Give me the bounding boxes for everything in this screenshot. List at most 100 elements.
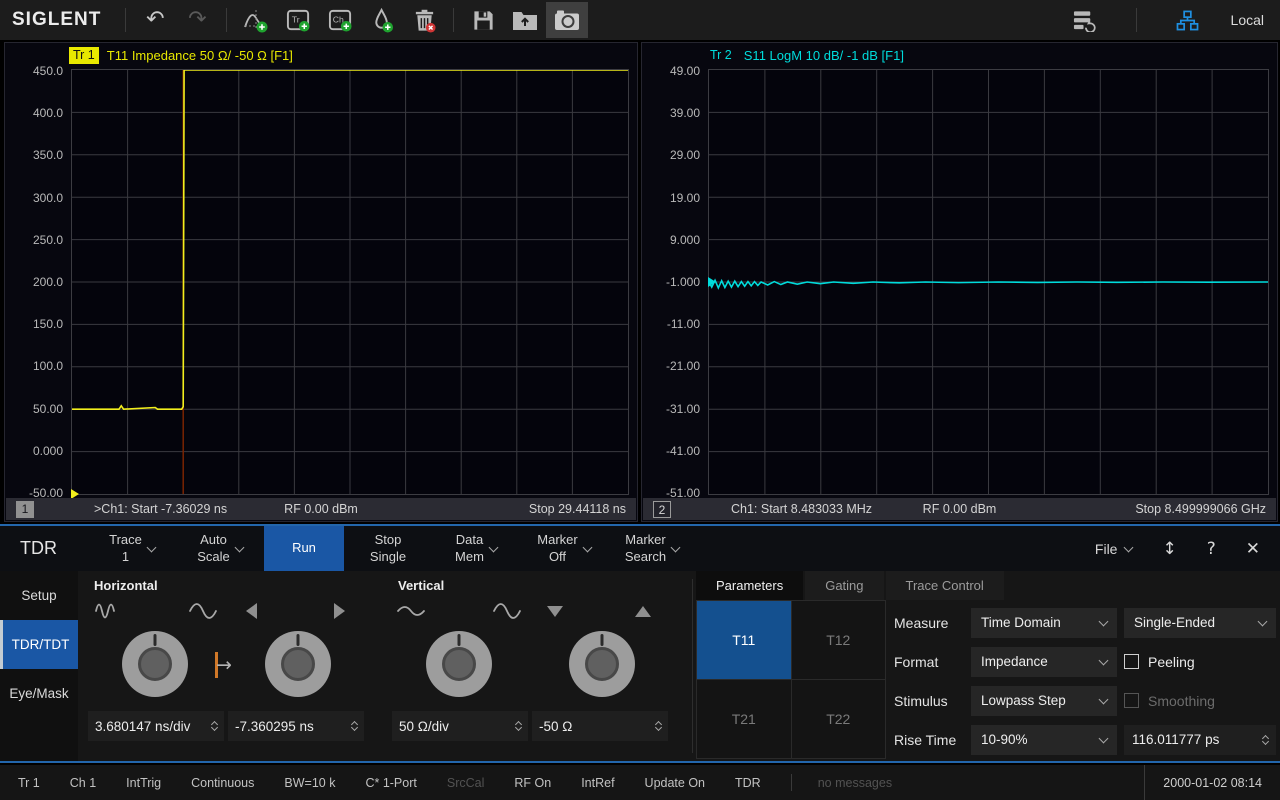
reference-down-icon[interactable]	[538, 597, 572, 625]
position-left-icon[interactable]	[234, 597, 268, 625]
vertical-scale-knob[interactable]	[426, 631, 492, 697]
sidebar-item-setup[interactable]: Setup	[0, 571, 78, 620]
rise-time-select[interactable]: 10-90%	[971, 725, 1117, 755]
sidebar-item-tdr-tdt[interactable]: TDR/TDT	[0, 620, 78, 669]
vertical-title: Vertical	[398, 578, 444, 593]
chart2-title[interactable]: S11 LogM 10 dB/ -1 dB [F1]	[744, 48, 904, 63]
chart-panel-1: Tr 1 T11 Impedance 50 Ω/ -50 Ω [F1] 450.…	[4, 42, 638, 522]
rise-time-input[interactable]: 116.011777 ps	[1124, 725, 1276, 755]
y-tick-label: 400.0	[33, 106, 63, 120]
format-select[interactable]: Impedance	[971, 647, 1117, 677]
status-message: no messages	[818, 776, 892, 790]
chart1-body: 450.0400.0350.0300.0250.0200.0150.0100.0…	[5, 67, 637, 497]
horizontal-scale-value: 3.680147 ns/div	[95, 719, 190, 734]
chart2-plot-svg	[709, 70, 1268, 494]
horizontal-position-input[interactable]: -7.360295 ns	[228, 711, 364, 741]
help-icon[interactable]: ?	[1207, 539, 1216, 559]
stimulus-select[interactable]: Lowpass Step	[971, 686, 1117, 716]
status-item-bw-10-k: BW=10 k	[284, 776, 335, 790]
vertical-scale-large-icon[interactable]	[490, 597, 524, 625]
menu-item-marker[interactable]: MarkerOff	[520, 526, 608, 571]
y-tick-label: 150.0	[33, 317, 63, 331]
status-item-c-1-port: C* 1-Port	[365, 776, 416, 790]
vertical-reference-input[interactable]: -50 Ω	[532, 711, 668, 741]
horizontal-scale-wide-icon[interactable]	[186, 597, 220, 625]
y-tick-label: 19.00	[670, 191, 700, 205]
reference-up-icon[interactable]	[626, 597, 660, 625]
status-item-inttrig: IntTrig	[126, 776, 161, 790]
network-icon[interactable]	[1167, 2, 1209, 38]
y-tick-label: 300.0	[33, 191, 63, 205]
menu-item-stop-single[interactable]: StopSingle	[344, 526, 432, 571]
parameter-tabs: Parameters Gating Trace Control	[696, 571, 1280, 600]
vertical-scale-input[interactable]: 50 Ω/div	[392, 711, 528, 741]
chart2-plot-area[interactable]	[708, 69, 1269, 495]
y-tick-label: 350.0	[33, 148, 63, 162]
recall-icon[interactable]	[504, 2, 546, 38]
t21-button[interactable]: T21	[697, 680, 791, 758]
file-menu[interactable]: File	[1095, 541, 1133, 557]
system-status-icon[interactable]	[1064, 2, 1106, 38]
status-item-srccal: SrcCal	[447, 776, 485, 790]
vertical-scale-small-icon[interactable]	[394, 597, 428, 625]
add-marker-icon[interactable]	[361, 2, 403, 38]
resize-panel-icon[interactable]: ↕	[1162, 539, 1176, 559]
peeling-checkbox[interactable]: Peeling	[1124, 654, 1276, 670]
horizontal-scale-knob[interactable]	[122, 631, 188, 697]
menu-item-data-mem[interactable]: DataMem	[432, 526, 520, 571]
file-menu-label: File	[1095, 541, 1118, 557]
menu-item-trace[interactable]: Trace1	[88, 526, 176, 571]
horizontal-position-knob[interactable]	[265, 631, 331, 697]
status-divider	[791, 774, 792, 791]
status-item-rf-on: RF On	[514, 776, 551, 790]
menu-item-marker-search[interactable]: MarkerSearch	[608, 526, 696, 571]
measure-select[interactable]: Time Domain	[971, 608, 1117, 638]
chart1-start-label: >Ch1: Start -7.36029 ns	[94, 502, 227, 516]
undo-icon[interactable]: ↶	[134, 2, 176, 38]
add-trace-window-icon[interactable]: Tr	[277, 2, 319, 38]
stimulus-value: Lowpass Step	[981, 693, 1066, 708]
chart1-title[interactable]: T11 Impedance 50 Ω/ -50 Ω [F1]	[107, 48, 293, 63]
channel1-badge[interactable]: 1	[16, 501, 34, 518]
vertical-reference-knob[interactable]	[569, 631, 635, 697]
peeling-checkbox-box	[1124, 654, 1139, 669]
tab-trace-control[interactable]: Trace Control	[886, 571, 1004, 600]
sidebar-item-eye-mask[interactable]: Eye/Mask	[0, 669, 78, 718]
delete-icon[interactable]	[403, 2, 445, 38]
position-right-icon[interactable]	[322, 597, 356, 625]
local-mode-label[interactable]: Local	[1231, 12, 1264, 28]
y-tick-label: -21.00	[666, 359, 700, 373]
tdr-menu-right: File ↕ ? ✕	[1095, 526, 1280, 571]
status-item-continuous: Continuous	[191, 776, 254, 790]
status-item-tdr: TDR	[735, 776, 761, 790]
y-tick-label: -31.00	[666, 402, 700, 416]
chart-panel-2: Tr 2 S11 LogM 10 dB/ -1 dB [F1] 49.0039.…	[641, 42, 1278, 522]
horizontal-scale-dense-icon[interactable]	[90, 597, 124, 625]
tab-parameters[interactable]: Parameters	[696, 571, 803, 600]
topology-select[interactable]: Single-Ended	[1124, 608, 1276, 638]
add-trace-icon[interactable]	[235, 2, 277, 38]
screenshot-icon[interactable]	[546, 2, 588, 38]
horizontal-scale-input[interactable]: 3.680147 ns/div	[88, 711, 224, 741]
trace2-badge[interactable]: Tr 2	[706, 47, 736, 64]
t12-button[interactable]: T12	[792, 601, 886, 679]
trace1-badge[interactable]: Tr 1	[69, 47, 99, 64]
t11-button[interactable]: T11	[697, 601, 791, 679]
chart1-plot-area[interactable]	[71, 69, 629, 495]
redo-icon[interactable]: ↷	[176, 2, 218, 38]
save-icon[interactable]	[462, 2, 504, 38]
channel2-badge[interactable]: 2	[653, 501, 671, 518]
status-item-update-on: Update On	[645, 776, 705, 790]
add-channel-icon[interactable]: Ch	[319, 2, 361, 38]
close-panel-icon[interactable]: ✕	[1246, 539, 1260, 559]
chart-area: Tr 1 T11 Impedance 50 Ω/ -50 Ω [F1] 450.…	[0, 42, 1280, 522]
horizontal-group: Horizontal → 3.680147 ns/div -7.360295 n	[84, 571, 384, 761]
y-tick-label: 100.0	[33, 359, 63, 373]
tab-gating[interactable]: Gating	[805, 571, 883, 600]
smoothing-checkbox: Smoothing	[1124, 693, 1276, 709]
t22-button[interactable]: T22	[792, 680, 886, 758]
rise-time-label: Rise Time	[894, 732, 964, 748]
menu-item-auto-scale[interactable]: AutoScale	[176, 526, 264, 571]
chart2-start-label: Ch1: Start 8.483033 MHz	[731, 502, 872, 516]
menu-item-run[interactable]: Run	[264, 526, 344, 571]
